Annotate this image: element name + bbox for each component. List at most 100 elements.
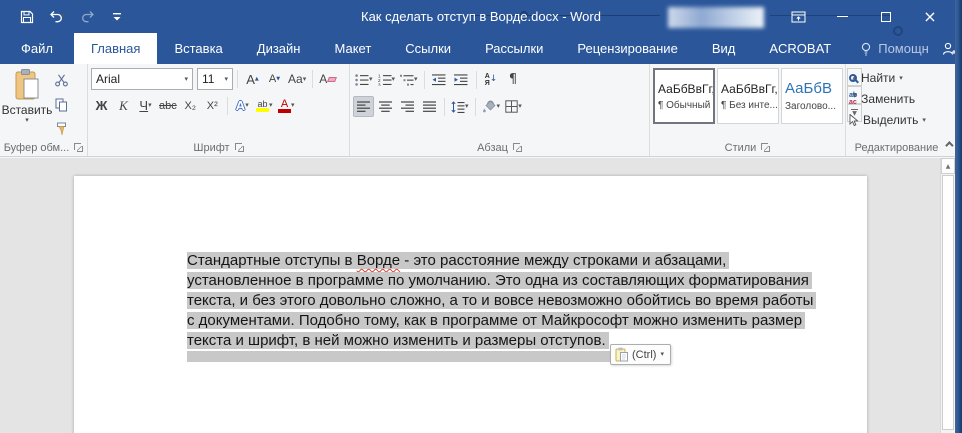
cut-button[interactable]	[51, 70, 72, 91]
shading-button[interactable]: ▾	[480, 96, 503, 117]
sort-button[interactable]: АЯ↓	[481, 69, 502, 90]
cursor-icon	[849, 114, 859, 127]
show-formatting-marks-button[interactable]: ¶	[503, 69, 524, 90]
highlight-button[interactable]: ab▾	[254, 95, 275, 116]
copy-button[interactable]	[51, 94, 72, 115]
tab-layout[interactable]: Макет	[317, 33, 388, 64]
font-color-button[interactable]: А▾	[276, 95, 297, 116]
undo-dropdown-icon[interactable]: ▾	[62, 13, 66, 20]
tab-review[interactable]: Рецензирование	[560, 33, 694, 64]
clear-formatting-button[interactable]: А	[317, 69, 338, 90]
close-button[interactable]: ×	[908, 0, 952, 33]
paste-options-button[interactable]: (Ctrl) ▾	[610, 344, 671, 365]
underline-button[interactable]: Ч▾	[135, 95, 156, 116]
document-canvas[interactable]: Стандартные отступы в Ворде - это рассто…	[0, 158, 962, 433]
subscript-button[interactable]: X₂	[180, 95, 201, 116]
style-card-normal[interactable]: АаБбВвГг, ¶ Обычный	[653, 68, 715, 124]
tab-home[interactable]: Главная	[74, 33, 157, 64]
misspelled-word[interactable]: Ворде	[357, 252, 400, 269]
redo-button[interactable]	[74, 4, 100, 30]
numbering-icon	[378, 74, 392, 86]
clipboard-dialog-launcher[interactable]	[74, 143, 83, 152]
ribbon: Вставить ▾ Буфер обм... Arial▾ 11▾ А▲	[0, 64, 962, 157]
text-effects-button[interactable]: А▾	[232, 95, 253, 116]
maximize-button[interactable]	[864, 0, 908, 33]
paste-dropdown-icon[interactable]: ▾	[25, 117, 29, 124]
select-button[interactable]: Выделить ▾	[849, 111, 944, 129]
scrollbar-up-button[interactable]: ▲	[941, 158, 955, 174]
tell-me-assistant[interactable]: Помощн	[848, 33, 941, 64]
vertical-scrollbar[interactable]: ▲	[940, 158, 955, 433]
increase-indent-button[interactable]	[451, 69, 472, 90]
font-size-combo[interactable]: 11▾	[197, 68, 233, 90]
find-button[interactable]: Найти ▾	[849, 69, 944, 87]
copy-icon	[55, 98, 68, 112]
tab-mailings[interactable]: Рассылки	[468, 33, 560, 64]
align-left-button[interactable]	[353, 96, 374, 117]
change-case-button[interactable]: Aa▾	[286, 69, 308, 90]
paragraph-dialog-launcher[interactable]	[513, 143, 522, 152]
line-spacing-icon	[451, 101, 465, 113]
line-spacing-button[interactable]: ▾	[449, 96, 471, 117]
tab-references[interactable]: Ссылки	[388, 33, 468, 64]
replace-button[interactable]: abac Заменить	[849, 90, 944, 108]
shrink-font-button[interactable]: А▼	[264, 69, 285, 90]
save-button[interactable]	[14, 4, 40, 30]
document-page[interactable]: Стандартные отступы в Ворде - это рассто…	[74, 176, 867, 433]
document-text[interactable]: Стандартные отступы в Ворде - это рассто…	[187, 251, 816, 362]
selected-text-line[interactable]: с документами. Подобно тому, как в прогр…	[187, 312, 805, 329]
selected-text-line[interactable]: текста, и без этого довольно сложно, а т…	[187, 292, 816, 309]
selected-text-line[interactable]: установленное в программе по умолчанию. …	[187, 272, 812, 289]
collapse-ribbon-button[interactable]	[940, 137, 956, 151]
style-card-heading[interactable]: АаБбВ Заголово...	[781, 68, 843, 124]
strikethrough-button[interactable]: abc	[157, 95, 179, 116]
decrease-indent-icon	[432, 74, 446, 86]
tab-acrobat[interactable]: ACROBAT	[752, 33, 848, 64]
minimize-button[interactable]	[820, 0, 864, 33]
align-right-icon	[401, 101, 415, 113]
title-bar: ▾ Как сделать отступ в Ворде.docx - Word…	[0, 0, 962, 33]
tab-file[interactable]: Файл	[0, 33, 74, 64]
borders-icon	[505, 100, 518, 113]
bold-button[interactable]: Ж	[91, 95, 112, 116]
justify-icon	[423, 101, 437, 113]
tab-view[interactable]: Вид	[695, 33, 753, 64]
font-group: Arial▾ 11▾ А▲ А▼ Aa▾ А Ж К Ч▾ abc X₂ X²	[87, 64, 349, 156]
scissors-icon	[55, 74, 68, 87]
format-painter-icon	[55, 122, 68, 136]
font-name-combo[interactable]: Arial▾	[91, 68, 193, 90]
justify-button[interactable]	[419, 96, 440, 117]
grow-font-button[interactable]: А▲	[242, 69, 263, 90]
styles-dialog-launcher[interactable]	[761, 143, 770, 152]
tab-design[interactable]: Дизайн	[240, 33, 318, 64]
editing-group-label: Редактирование	[855, 142, 939, 154]
multilevel-list-button[interactable]: ▾	[398, 69, 420, 90]
ribbon-display-options-button[interactable]	[776, 0, 820, 33]
borders-button[interactable]: ▾	[503, 96, 524, 117]
format-painter-button[interactable]	[51, 118, 72, 139]
align-right-button[interactable]	[397, 96, 418, 117]
undo-button[interactable]: ▾	[44, 4, 70, 30]
align-center-button[interactable]	[375, 96, 396, 117]
paste-options-clipboard-icon	[615, 347, 628, 362]
multilevel-list-icon	[400, 74, 414, 86]
italic-button[interactable]: К	[113, 95, 134, 116]
bullets-button[interactable]: ▾	[353, 69, 375, 90]
titlebar-decoration	[470, 15, 660, 16]
selection-tail	[187, 351, 611, 362]
scrollbar-thumb[interactable]	[942, 175, 954, 430]
style-card-no-spacing[interactable]: АаБбВвГг, ¶ Без инте...	[717, 68, 779, 124]
tab-insert[interactable]: Вставка	[157, 33, 239, 64]
qat-customize-button[interactable]	[104, 4, 130, 30]
replace-icon: abac	[849, 92, 857, 106]
paste-button[interactable]: Вставить ▾	[3, 67, 51, 139]
decrease-indent-button[interactable]	[429, 69, 450, 90]
superscript-button[interactable]: X²	[202, 95, 223, 116]
selected-text-line[interactable]: Стандартные отступы в Ворде - это рассто…	[187, 252, 729, 269]
selected-text-line[interactable]: текста и шрифт, в ней можно изменить и р…	[187, 332, 609, 349]
editing-group: Найти ▾ abac Заменить Выделить ▾ Редакти…	[845, 64, 947, 156]
paragraph-group-label: Абзац	[477, 142, 508, 154]
numbering-button[interactable]: ▾	[376, 69, 398, 90]
eraser-icon	[327, 77, 337, 82]
font-dialog-launcher[interactable]	[235, 143, 244, 152]
